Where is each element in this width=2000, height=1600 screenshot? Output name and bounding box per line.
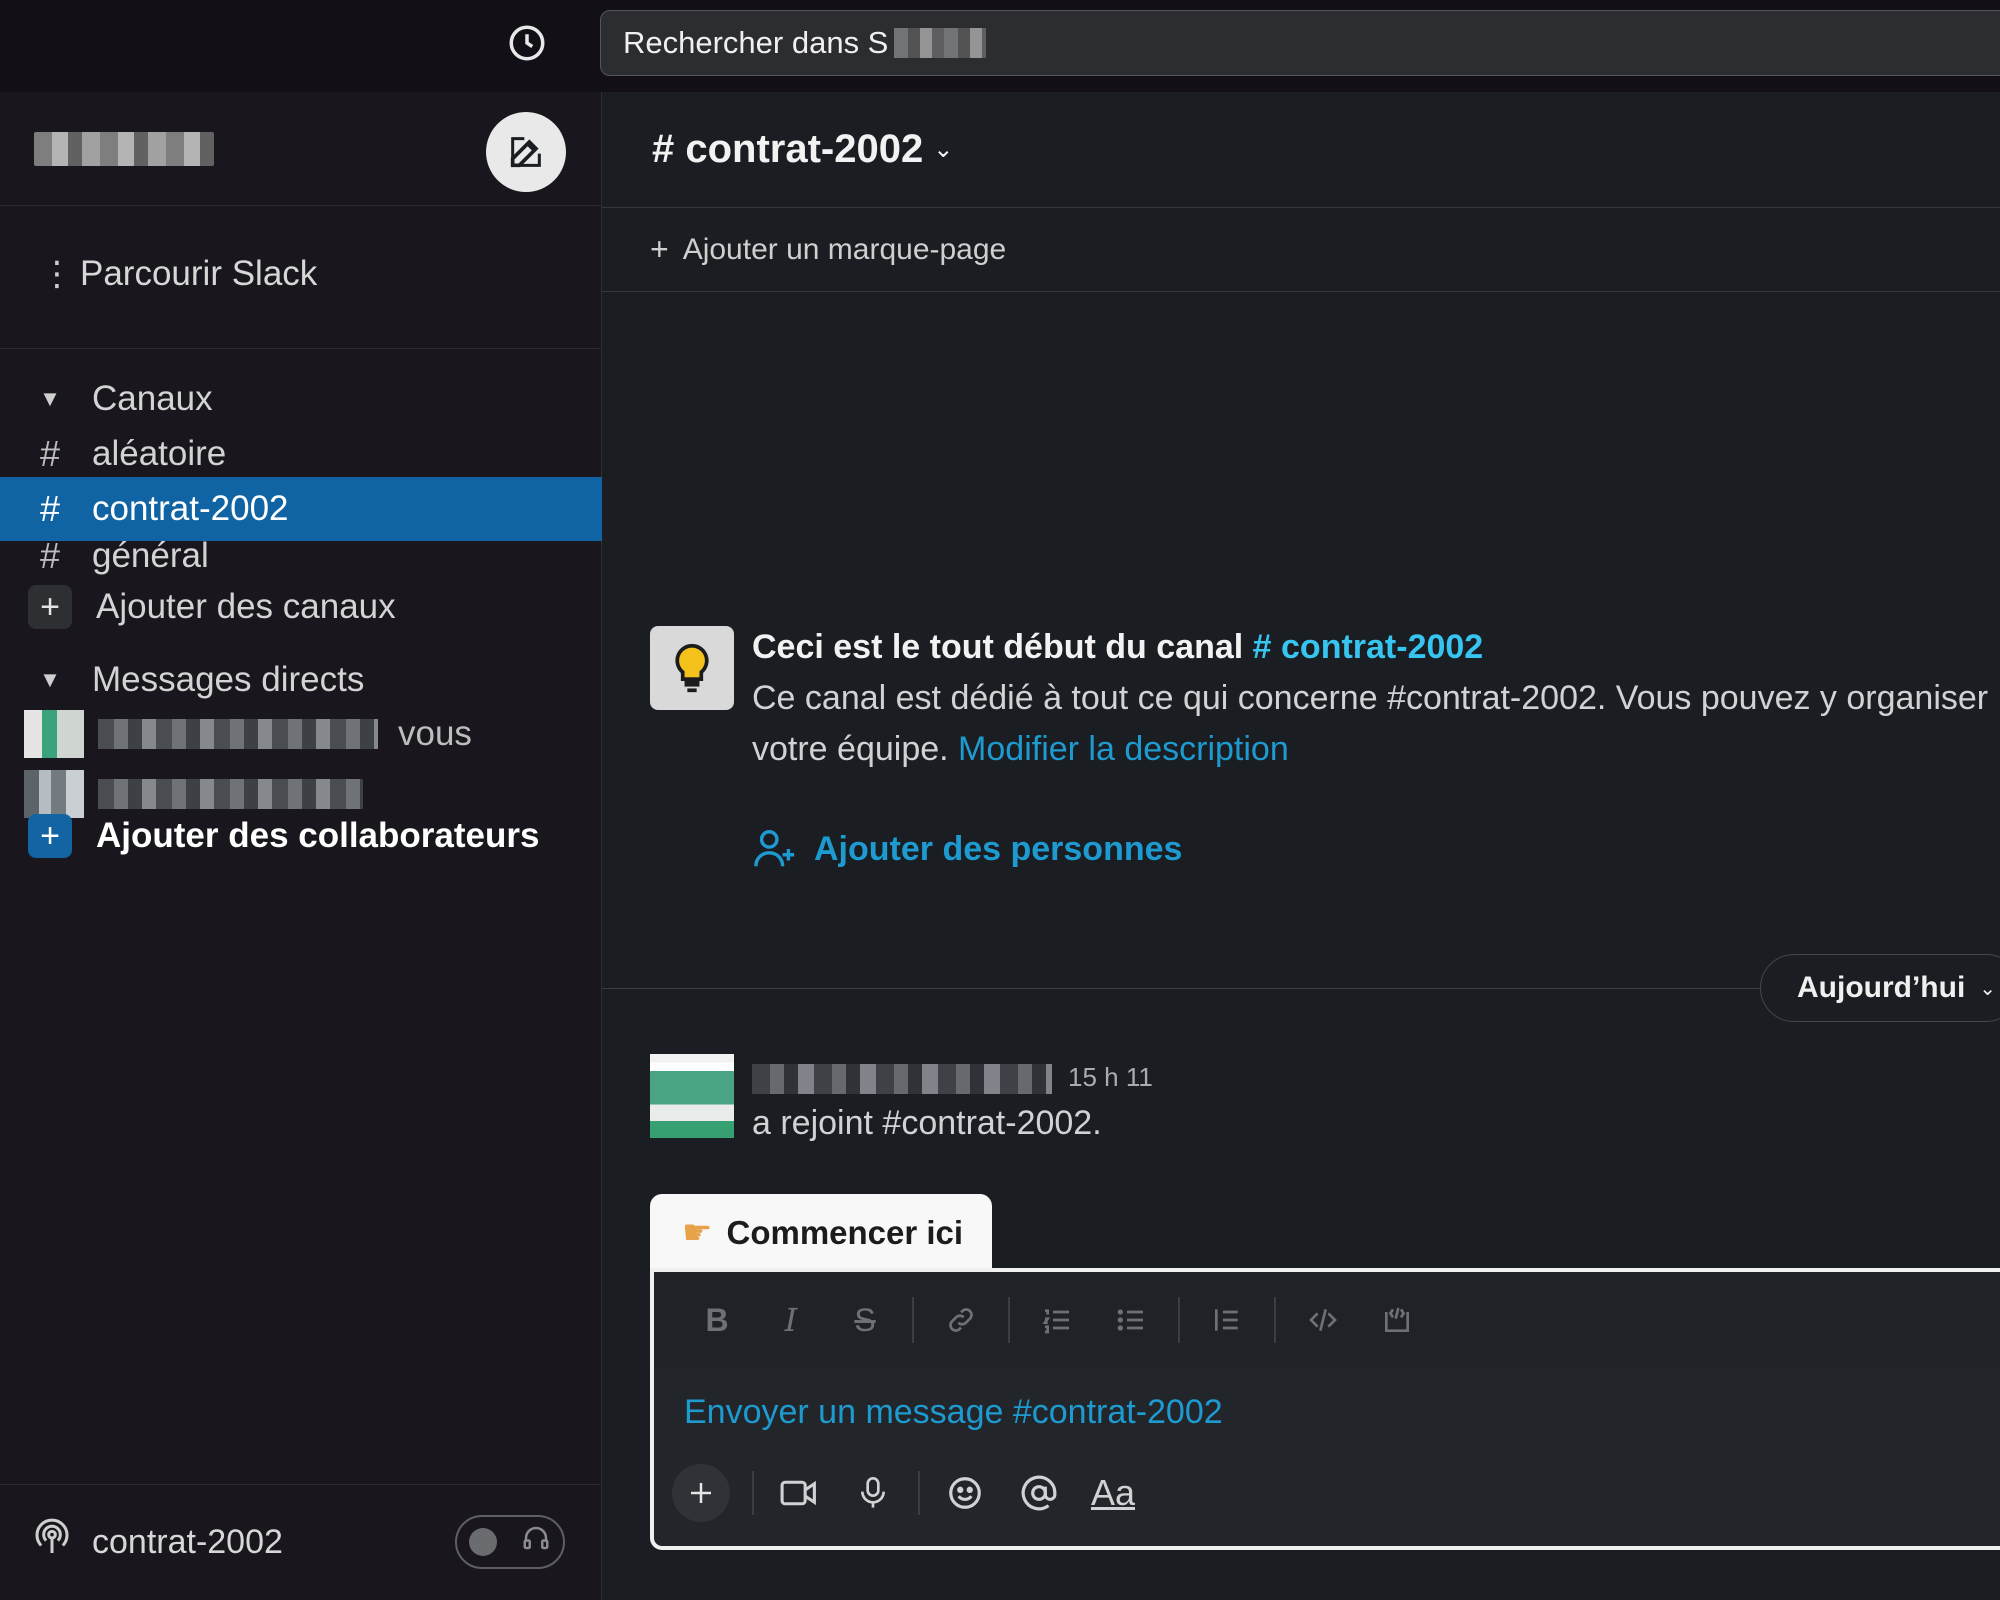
channel-label: contrat-2002 <box>92 489 289 528</box>
channels-section-label: Canaux <box>92 379 213 418</box>
plus-icon: + <box>28 814 72 858</box>
dm-item-self[interactable]: vous <box>0 704 602 764</box>
huddle-channel-label: contrat-2002 <box>92 1523 283 1561</box>
toolbar-divider <box>1274 1297 1276 1343</box>
intro-title-text: Ceci est le tout début du canal <box>752 628 1244 666</box>
headphones-icon <box>521 1523 551 1562</box>
edit-description-link[interactable]: Modifier la description <box>958 730 1289 768</box>
huddle-bar: contrat-2002 <box>0 1484 602 1600</box>
day-label: Aujourd’hui <box>1797 971 1966 1004</box>
channel-label: aléatoire <box>92 434 227 473</box>
hash-icon: # <box>39 535 61 576</box>
browse-slack-item[interactable]: ⋮ Parcourir Slack <box>0 242 602 306</box>
attach-plus-icon[interactable] <box>672 1464 730 1522</box>
message-author-redacted[interactable] <box>752 1064 1052 1094</box>
start-here-tab[interactable]: ☛ Commencer ici <box>650 1194 992 1272</box>
sidebar-divider <box>0 348 602 349</box>
add-bookmark-label: Ajouter un marque-page <box>682 232 1007 266</box>
link-icon[interactable] <box>924 1290 998 1350</box>
plus-icon: + <box>28 585 72 629</box>
toggle-knob <box>469 1528 497 1556</box>
add-collaborators-label: Ajouter des collaborateurs <box>96 816 540 855</box>
workspace-header <box>0 92 602 206</box>
add-bookmark-button[interactable]: + Ajouter un marque-page <box>602 208 2000 292</box>
dm-name-redacted <box>98 719 378 749</box>
text-format-icon[interactable]: Aa <box>1076 1463 1150 1523</box>
microphone-icon[interactable] <box>836 1463 910 1523</box>
intro-description: Ce canal est dédié à tout ce qui concern… <box>752 679 1989 717</box>
chevron-down-icon: ⌄ <box>1979 977 1997 1000</box>
formatting-toolbar: B I S <box>654 1272 2000 1368</box>
add-channels-label: Ajouter des canaux <box>96 587 396 626</box>
workspace-name-redacted[interactable] <box>34 132 214 166</box>
start-here-label: Commencer ici <box>726 1214 964 1251</box>
code-icon[interactable] <box>1286 1290 1360 1350</box>
redacted-workspace-name <box>894 28 987 58</box>
toolbar-divider <box>1178 1297 1180 1343</box>
dm-self-suffix: vous <box>398 714 472 753</box>
message-composer: B I S Envoyer un message #contrat-2002 A… <box>650 1268 2000 1550</box>
toolbar-divider <box>752 1471 754 1515</box>
avatar <box>24 710 84 758</box>
toolbar-divider <box>1008 1297 1010 1343</box>
pointing-hand-icon: ☛ <box>682 1214 713 1252</box>
toolbar-divider <box>918 1471 920 1515</box>
history-icon[interactable] <box>496 18 558 68</box>
huddle-icon <box>22 1518 82 1567</box>
search-placeholder: Rechercher dans S <box>623 25 889 60</box>
channel-view: # contrat-2002 ⌄ + Ajouter un marque-pag… <box>602 92 2000 1600</box>
mention-icon[interactable] <box>1002 1463 1076 1523</box>
intro-channel-link[interactable]: # contrat-2002 <box>1253 628 1484 666</box>
intro-text: Ceci est le tout début du canal # contra… <box>752 622 2000 775</box>
message-input[interactable]: Envoyer un message #contrat-2002 <box>684 1382 1984 1442</box>
sidebar: ⋮ Parcourir Slack ▼ Canaux # aléatoire #… <box>0 92 602 1600</box>
blockquote-icon[interactable] <box>1190 1290 1264 1350</box>
ordered-list-icon[interactable] <box>1020 1290 1094 1350</box>
avatar[interactable] <box>650 1054 734 1138</box>
bulleted-list-icon[interactable] <box>1094 1290 1168 1350</box>
hash-icon: # <box>39 433 61 474</box>
add-channels-item[interactable]: + Ajouter des canaux <box>0 575 602 639</box>
add-people-button[interactable]: Ajouter des personnes <box>752 826 1182 872</box>
dm-section-header[interactable]: ▼ Messages directs <box>0 648 602 712</box>
compose-button[interactable] <box>486 112 566 192</box>
more-vertical-icon: ⋮ <box>40 255 74 293</box>
strikethrough-icon[interactable]: S <box>828 1290 902 1350</box>
add-collaborators-item[interactable]: + Ajouter des collaborateurs <box>0 804 602 868</box>
composer-actions: Aa <box>672 1458 1150 1528</box>
intro-description-line2: votre équipe. Modifier la description <box>752 724 2000 775</box>
channel-label: général <box>92 536 209 575</box>
message-item: 15 h 11 a rejoint #contrat-2002. <box>650 1054 2000 1164</box>
caret-down-icon: ▼ <box>39 667 61 692</box>
channel-header[interactable]: # contrat-2002 ⌄ <box>602 92 2000 208</box>
hash-icon: # <box>652 127 686 171</box>
message-text: a rejoint #contrat-2002. <box>752 1104 1102 1142</box>
search-input[interactable]: Rechercher dans S <box>600 10 2000 76</box>
huddle-toggle[interactable] <box>455 1515 565 1569</box>
video-icon[interactable] <box>762 1463 836 1523</box>
intro-description-tail: votre équipe. <box>752 730 949 768</box>
dm-section-label: Messages directs <box>92 660 365 699</box>
intro-title: Ceci est le tout début du canal # contra… <box>752 622 2000 673</box>
lightbulb-icon <box>650 626 734 710</box>
chevron-down-icon: ⌄ <box>933 136 954 163</box>
day-jump-button[interactable]: Aujourd’hui ⌄ <box>1760 954 2000 1022</box>
add-people-label: Ajouter des personnes <box>814 829 1183 868</box>
bold-icon[interactable]: B <box>680 1290 754 1350</box>
channel-title: contrat-2002 <box>685 127 924 171</box>
browse-slack-label: Parcourir Slack <box>80 254 318 293</box>
plus-icon: + <box>650 231 669 267</box>
code-block-icon[interactable] <box>1360 1290 1434 1350</box>
message-timestamp[interactable]: 15 h 11 <box>1068 1062 1153 1093</box>
italic-icon[interactable]: I <box>754 1290 828 1350</box>
caret-down-icon: ▼ <box>39 386 61 411</box>
toolbar-divider <box>912 1297 914 1343</box>
add-person-icon <box>754 830 795 867</box>
top-bar: Rechercher dans S <box>0 0 2000 92</box>
emoji-icon[interactable] <box>928 1463 1002 1523</box>
compose-icon <box>510 137 541 168</box>
